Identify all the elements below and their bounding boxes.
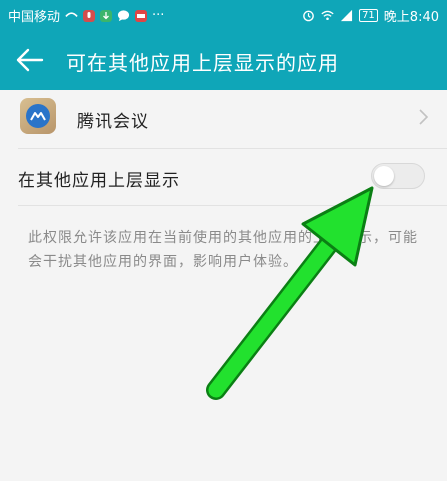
page-title: 可在其他应用上层显示的应用: [66, 51, 339, 75]
meeting-logo-icon: [30, 112, 46, 121]
signal-icon: [340, 9, 353, 22]
overlay-permission-toggle[interactable]: [371, 163, 425, 189]
tencent-meeting-app-icon: [20, 98, 56, 134]
back-arrow-icon[interactable]: [14, 45, 48, 75]
app-name: 腾讯会议: [77, 112, 149, 132]
divider: [18, 205, 447, 206]
status-right: 71 晚上8:40: [302, 6, 439, 25]
alarm-icon: [303, 10, 314, 22]
toolbar: 可在其他应用上层显示的应用: [0, 30, 447, 90]
status-bar: 中国移动 ··· 71 晚上8:40: [0, 0, 447, 30]
permission-description: 此权限允许该应用在当前使用的其他应用的上层显示，可能会干扰其他应用的界面，影响用…: [28, 230, 418, 270]
app-notification-icon: [135, 9, 148, 22]
status-left: 中国移动 ···: [8, 6, 164, 25]
mic-app-icon: [83, 9, 96, 22]
carrier-name: 中国移动: [8, 10, 61, 25]
toggle-knob: [374, 166, 394, 186]
app-logo-mark: [26, 104, 50, 128]
status-time: 晚上8:40: [383, 10, 439, 25]
eye-icon: [65, 12, 78, 18]
overlay-permission-label: 在其他应用上层显示: [18, 171, 180, 191]
more-notifications: ···: [152, 8, 165, 23]
app-row[interactable]: 腾讯会议: [0, 90, 447, 148]
wifi-icon: [321, 10, 334, 21]
battery-level: 71: [359, 9, 378, 22]
overlay-permission-row: 在其他应用上层显示: [0, 149, 447, 205]
chat-bubble-icon: [117, 10, 130, 22]
chevron-right-icon: [419, 109, 429, 125]
download-app-icon: [100, 9, 113, 22]
